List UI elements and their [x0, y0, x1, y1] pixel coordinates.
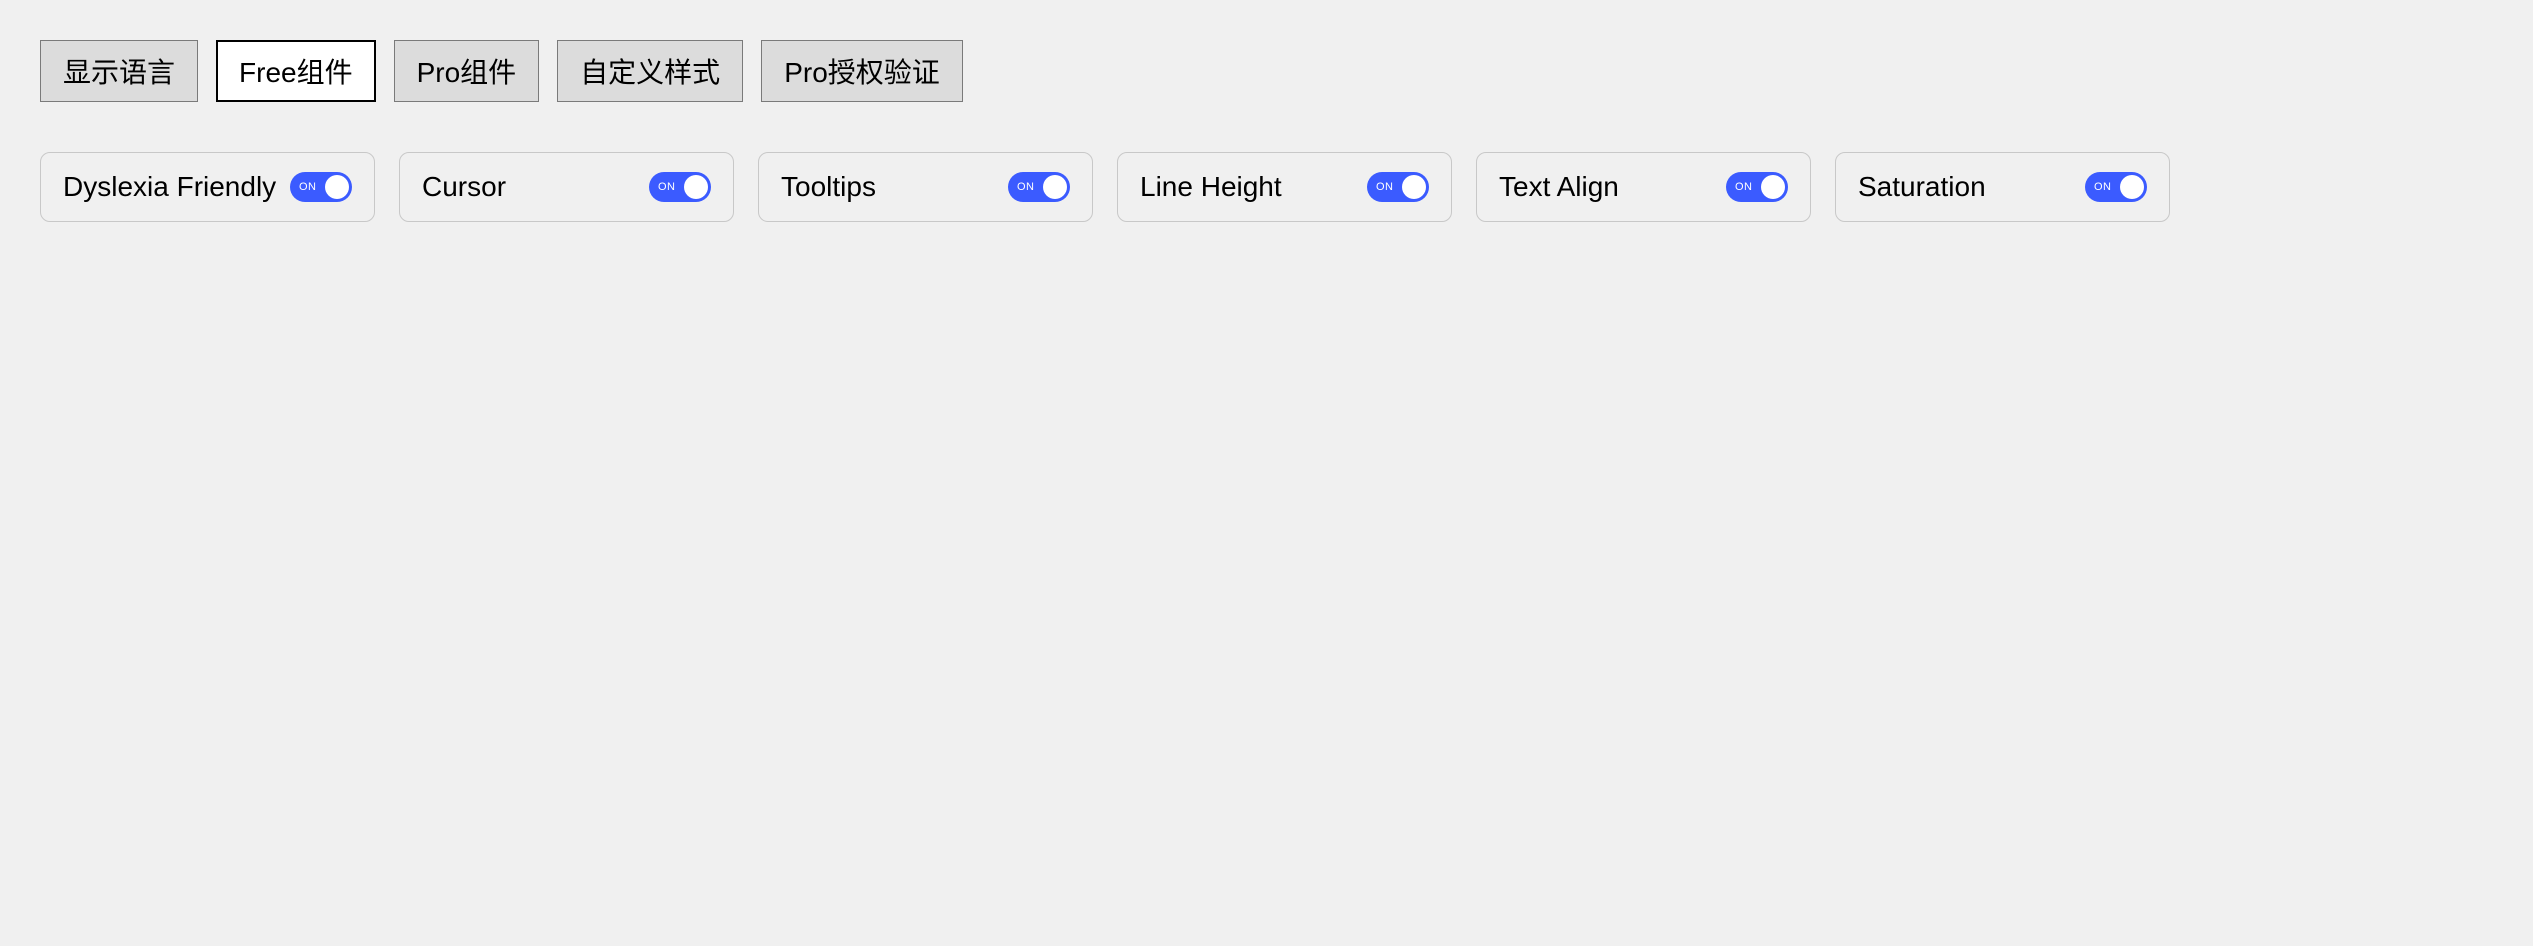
toggle-thumb — [1402, 175, 1426, 199]
setting-saturation: Saturation ON — [1835, 152, 2170, 222]
setting-label: Tooltips — [781, 171, 876, 203]
tab-pro-license[interactable]: Pro授权验证 — [761, 40, 963, 102]
tab-custom-styles[interactable]: 自定义样式 — [557, 40, 743, 102]
setting-line-height: Line Height ON — [1117, 152, 1452, 222]
toggle-on-text: ON — [299, 181, 317, 193]
tab-bar: 显示语言 Free组件 Pro组件 自定义样式 Pro授权验证 — [40, 40, 2493, 102]
tab-pro-components[interactable]: Pro组件 — [394, 40, 540, 102]
setting-cursor: Cursor ON — [399, 152, 734, 222]
setting-label: Dyslexia Friendly — [63, 171, 276, 203]
setting-tooltips: Tooltips ON — [758, 152, 1093, 222]
tab-display-language[interactable]: 显示语言 — [40, 40, 198, 102]
toggle-thumb — [1761, 175, 1785, 199]
toggle-line-height[interactable]: ON — [1367, 172, 1429, 202]
toggle-on-text: ON — [1735, 181, 1753, 193]
setting-label: Cursor — [422, 171, 506, 203]
toggle-on-text: ON — [658, 181, 676, 193]
toggle-cursor[interactable]: ON — [649, 172, 711, 202]
toggle-on-text: ON — [1376, 181, 1394, 193]
settings-grid: Dyslexia Friendly ON Cursor ON Tooltips … — [40, 152, 2493, 222]
setting-label: Line Height — [1140, 171, 1282, 203]
toggle-on-text: ON — [2094, 181, 2112, 193]
toggle-on-text: ON — [1017, 181, 1035, 193]
setting-label: Text Align — [1499, 171, 1619, 203]
toggle-text-align[interactable]: ON — [1726, 172, 1788, 202]
toggle-thumb — [2120, 175, 2144, 199]
toggle-thumb — [1043, 175, 1067, 199]
setting-dyslexia-friendly: Dyslexia Friendly ON — [40, 152, 375, 222]
toggle-dyslexia-friendly[interactable]: ON — [290, 172, 352, 202]
setting-text-align: Text Align ON — [1476, 152, 1811, 222]
toggle-thumb — [684, 175, 708, 199]
tab-free-components[interactable]: Free组件 — [216, 40, 376, 102]
toggle-thumb — [325, 175, 349, 199]
toggle-tooltips[interactable]: ON — [1008, 172, 1070, 202]
setting-label: Saturation — [1858, 171, 1986, 203]
toggle-saturation[interactable]: ON — [2085, 172, 2147, 202]
